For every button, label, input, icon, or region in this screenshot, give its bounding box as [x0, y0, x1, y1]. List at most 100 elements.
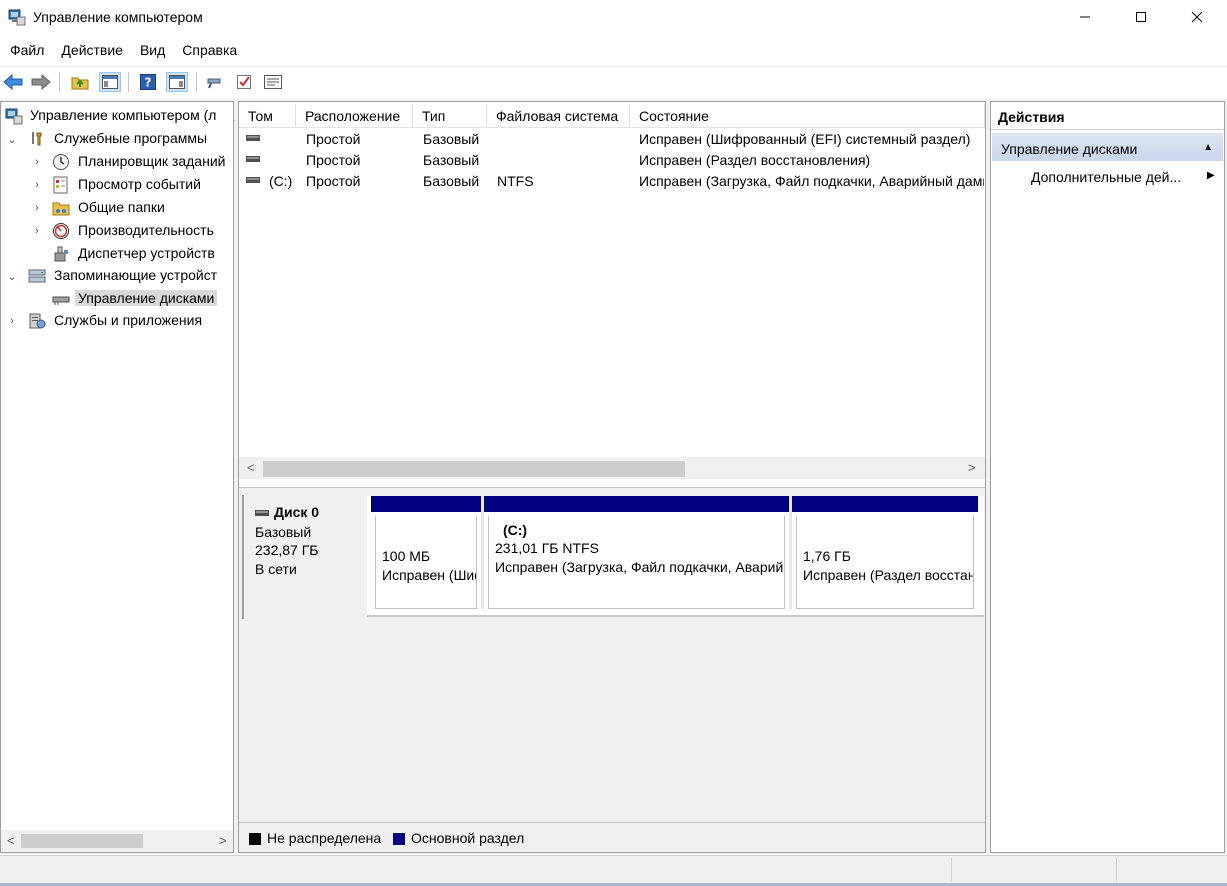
disk-0-label[interactable]: Диск 0 Базовый 232,87 ГБ В сети [242, 495, 366, 619]
drive-icon [255, 510, 269, 516]
up-button[interactable] [69, 72, 91, 92]
chevron-right-icon[interactable]: › [31, 156, 43, 168]
actions-header: Действия [991, 102, 1224, 130]
collapse-up-icon[interactable]: ▲ [1203, 142, 1213, 153]
device-manager-icon [54, 246, 68, 262]
tools-icon [32, 132, 42, 146]
performance-icon [53, 223, 69, 239]
legend-swatch-unallocated [249, 833, 261, 845]
center-pane: Том Расположение Тип Файловая система Со… [238, 101, 986, 853]
actions-group-disk-management[interactable]: Управление дисками ▲ [992, 133, 1223, 161]
minimize-button[interactable] [1062, 0, 1108, 34]
disk-management-icon [52, 296, 70, 305]
scroll-right-icon[interactable]: > [219, 833, 227, 848]
table-row[interactable]: (C:) Простой Базовый NTFS Исправен (Загр… [239, 171, 985, 192]
menu-view[interactable]: Вид [140, 39, 165, 61]
services-icon [29, 313, 46, 329]
chevron-right-icon[interactable]: › [31, 202, 43, 214]
show-tree-button[interactable] [99, 72, 121, 92]
submenu-arrow-icon: ▶ [1207, 170, 1215, 181]
partition-title: (C:) [503, 522, 528, 538]
drive-icon [246, 177, 260, 183]
up-folder-icon [71, 77, 89, 90]
toolbar: ? [0, 66, 1227, 96]
legend: Не распределена Основной раздел [239, 822, 985, 852]
check-button[interactable] [233, 72, 255, 92]
back-button[interactable] [2, 72, 24, 92]
table-row[interactable]: Простой Базовый Исправен (Шифрованный (E… [239, 129, 985, 150]
partition-state: Исправен (Раздел восстановления) [803, 567, 974, 583]
computer-management-icon [5, 108, 23, 125]
scroll-thumb[interactable] [263, 461, 685, 477]
column-header-state[interactable]: Состояние [630, 104, 985, 128]
volume-list-horizontal-scrollbar[interactable]: < > [239, 457, 985, 479]
show-action-pane-button[interactable] [166, 72, 188, 92]
partition-size: 231,01 ГБ NTFS [495, 540, 599, 556]
console-tree: Управление компьютером (л ⌄ Служебные пр… [0, 101, 234, 853]
legend-primary: Основной раздел [411, 830, 525, 846]
chevron-right-icon[interactable]: › [31, 179, 43, 191]
column-header-type[interactable]: Тип [413, 104, 487, 128]
close-button[interactable] [1174, 0, 1220, 34]
disk-kind: Базовый [255, 524, 312, 540]
work-area: Управление компьютером (л ⌄ Служебные пр… [0, 99, 1227, 854]
column-header-location[interactable]: Расположение [296, 104, 413, 128]
partition-efi[interactable]: 100 МБ Исправен (Шифрованный (EFI) систе… [371, 496, 481, 609]
maximize-button[interactable] [1118, 0, 1164, 34]
window-title: Управление компьютером [33, 9, 203, 25]
chevron-right-icon[interactable]: › [31, 225, 43, 237]
event-viewer-icon [53, 176, 68, 194]
menu-file[interactable]: Файл [10, 39, 44, 61]
chevron-down-icon[interactable]: ⌄ [6, 133, 18, 146]
show-action-pane-icon [169, 75, 185, 89]
chevron-down-icon[interactable]: ⌄ [6, 270, 18, 283]
back-icon [3, 74, 23, 90]
shared-folders-icon [52, 202, 70, 216]
menu-help[interactable]: Справка [182, 39, 237, 61]
legend-unallocated: Не распределена [267, 830, 382, 846]
partition-recovery[interactable]: 1,76 ГБ Исправен (Раздел восстановления) [792, 496, 978, 609]
menu-action[interactable]: Действие [61, 39, 123, 61]
maximize-icon [1136, 12, 1146, 22]
partition-state: Исправен (Шифрованный (EFI) системный ра… [382, 567, 476, 583]
scroll-right-icon[interactable]: > [968, 460, 976, 475]
title-bar: Управление компьютером [0, 0, 1227, 36]
drive-icon [246, 156, 260, 162]
scroll-left-icon[interactable]: < [247, 460, 255, 475]
more-actions-item[interactable]: Дополнительные дей... ▶ [1031, 169, 1215, 185]
table-row[interactable]: Простой Базовый Исправен (Раздел восстан… [239, 150, 985, 171]
partition-state: Исправен (Загрузка, Файл подкачки, Авари… [495, 559, 784, 575]
disk-map: Диск 0 Базовый 232,87 ГБ В сети 100 МБ И… [239, 492, 985, 822]
scroll-left-icon[interactable]: < [7, 833, 15, 848]
chevron-right-icon[interactable]: › [6, 315, 18, 327]
help-button[interactable]: ? [137, 72, 159, 92]
clock-icon [53, 154, 69, 170]
volume-list: Том Расположение Тип Файловая система Со… [239, 102, 985, 487]
partition-size: 1,76 ГБ [803, 548, 851, 564]
connect-button[interactable] [204, 72, 226, 92]
properties-icon [264, 75, 282, 89]
column-header-volume[interactable]: Том [239, 104, 296, 128]
partition-bar [792, 496, 978, 512]
forward-icon [31, 74, 51, 90]
svg-text:?: ? [145, 76, 152, 90]
disk-name: Диск 0 [274, 504, 320, 520]
partition-strip: 100 МБ Исправен (Шифрованный (EFI) систе… [367, 496, 984, 617]
menu-bar: Файл Действие Вид Справка [0, 39, 1227, 61]
status-bar [0, 855, 1227, 886]
computer-management-icon [8, 9, 26, 26]
legend-swatch-primary [393, 833, 405, 845]
forward-button[interactable] [30, 72, 52, 92]
scroll-thumb[interactable] [21, 834, 143, 848]
column-header-filesystem[interactable]: Файловая система [487, 104, 630, 128]
disk-status: В сети [255, 561, 297, 577]
partition-bar [484, 496, 789, 512]
partition-bar [371, 496, 481, 512]
storage-icon [28, 269, 46, 283]
tree-horizontal-scrollbar[interactable]: < > [1, 830, 233, 852]
partition-c[interactable]: (C:) 231,01 ГБ NTFS Исправен (Загрузка, … [484, 496, 789, 609]
connect-icon [207, 78, 221, 89]
disk-size: 232,87 ГБ [255, 542, 319, 558]
help-icon: ? [140, 74, 156, 90]
properties-button[interactable] [262, 72, 284, 92]
